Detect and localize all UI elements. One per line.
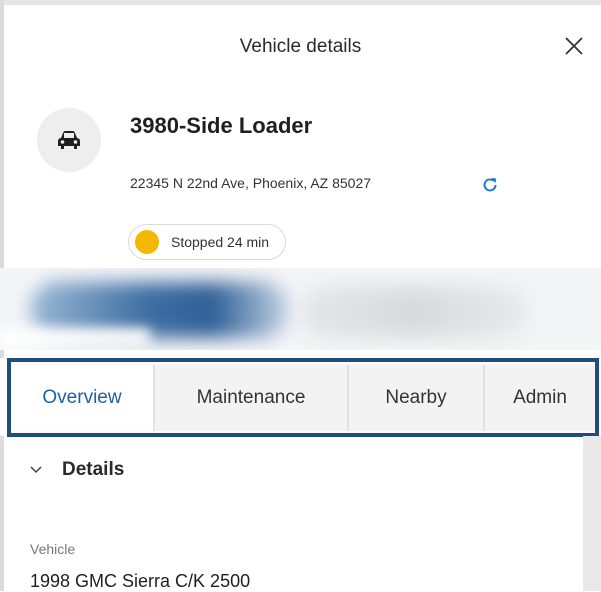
tab-admin[interactable]: Admin [485, 365, 595, 431]
close-icon [565, 37, 583, 55]
panel-title: Vehicle details [239, 36, 362, 57]
refresh-button[interactable] [479, 174, 501, 196]
redacted-block [300, 286, 530, 338]
scrollbar[interactable] [583, 436, 601, 591]
status-text: Stopped 24 min [171, 234, 270, 250]
details-section-label: Details [62, 459, 125, 480]
redacted-region [0, 268, 601, 350]
vehicle-field-label: Vehicle [30, 541, 76, 557]
status-badge: Stopped 24 min [128, 224, 287, 260]
vehicle-address: 22345 N 22nd Ave, Phoenix, AZ 85027 [130, 175, 372, 191]
tab-maintenance[interactable]: Maintenance [155, 365, 349, 431]
chevron-down-icon [30, 466, 42, 474]
vehicle-avatar [37, 108, 101, 172]
vehicle-name: 3980-Side Loader [130, 113, 313, 138]
close-button[interactable] [558, 30, 590, 62]
refresh-icon [483, 177, 497, 192]
car-icon [58, 131, 80, 149]
redacted-block [0, 328, 150, 350]
details-section-toggle[interactable]: Details [30, 459, 124, 481]
vehicle-details-panel: Vehicle details 3980-Side Loader 22345 N… [0, 0, 601, 591]
status-indicator-icon [135, 230, 159, 254]
tab-overview[interactable]: Overview [11, 365, 155, 431]
tab-nearby[interactable]: Nearby [349, 365, 485, 431]
vehicle-field-value: 1998 GMC Sierra C/K 2500 [30, 571, 251, 591]
top-divider [0, 0, 601, 5]
